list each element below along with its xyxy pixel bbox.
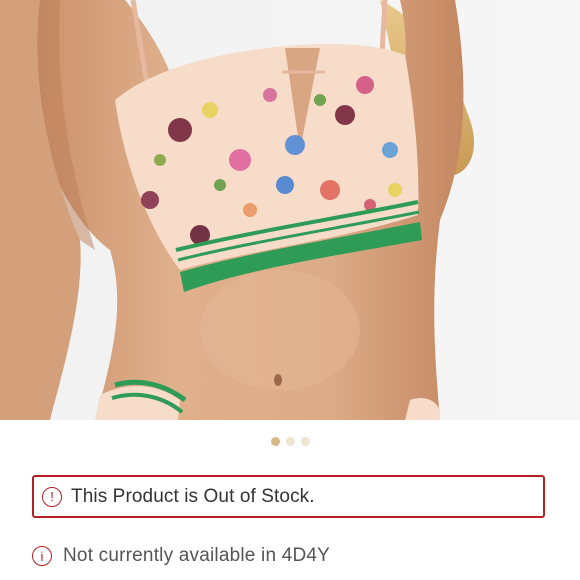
carousel-dot-2[interactable] [285,437,295,446]
availability-notice: i Not currently available in 4D4Y [32,541,330,571]
carousel-dot-3[interactable] [300,437,310,446]
info-circle-icon: i [32,546,52,566]
carousel-dot-1[interactable] [270,437,280,446]
product-image[interactable] [0,0,580,420]
out-of-stock-alert: ! This Product is Out of Stock. [32,475,545,518]
availability-message: Not currently available in 4D4Y [63,545,331,566]
carousel-indicators [0,437,580,447]
exclamation-circle-icon: ! [42,486,62,507]
product-photo [0,0,580,420]
out-of-stock-message: This Product is Out of Stock. [71,485,315,507]
